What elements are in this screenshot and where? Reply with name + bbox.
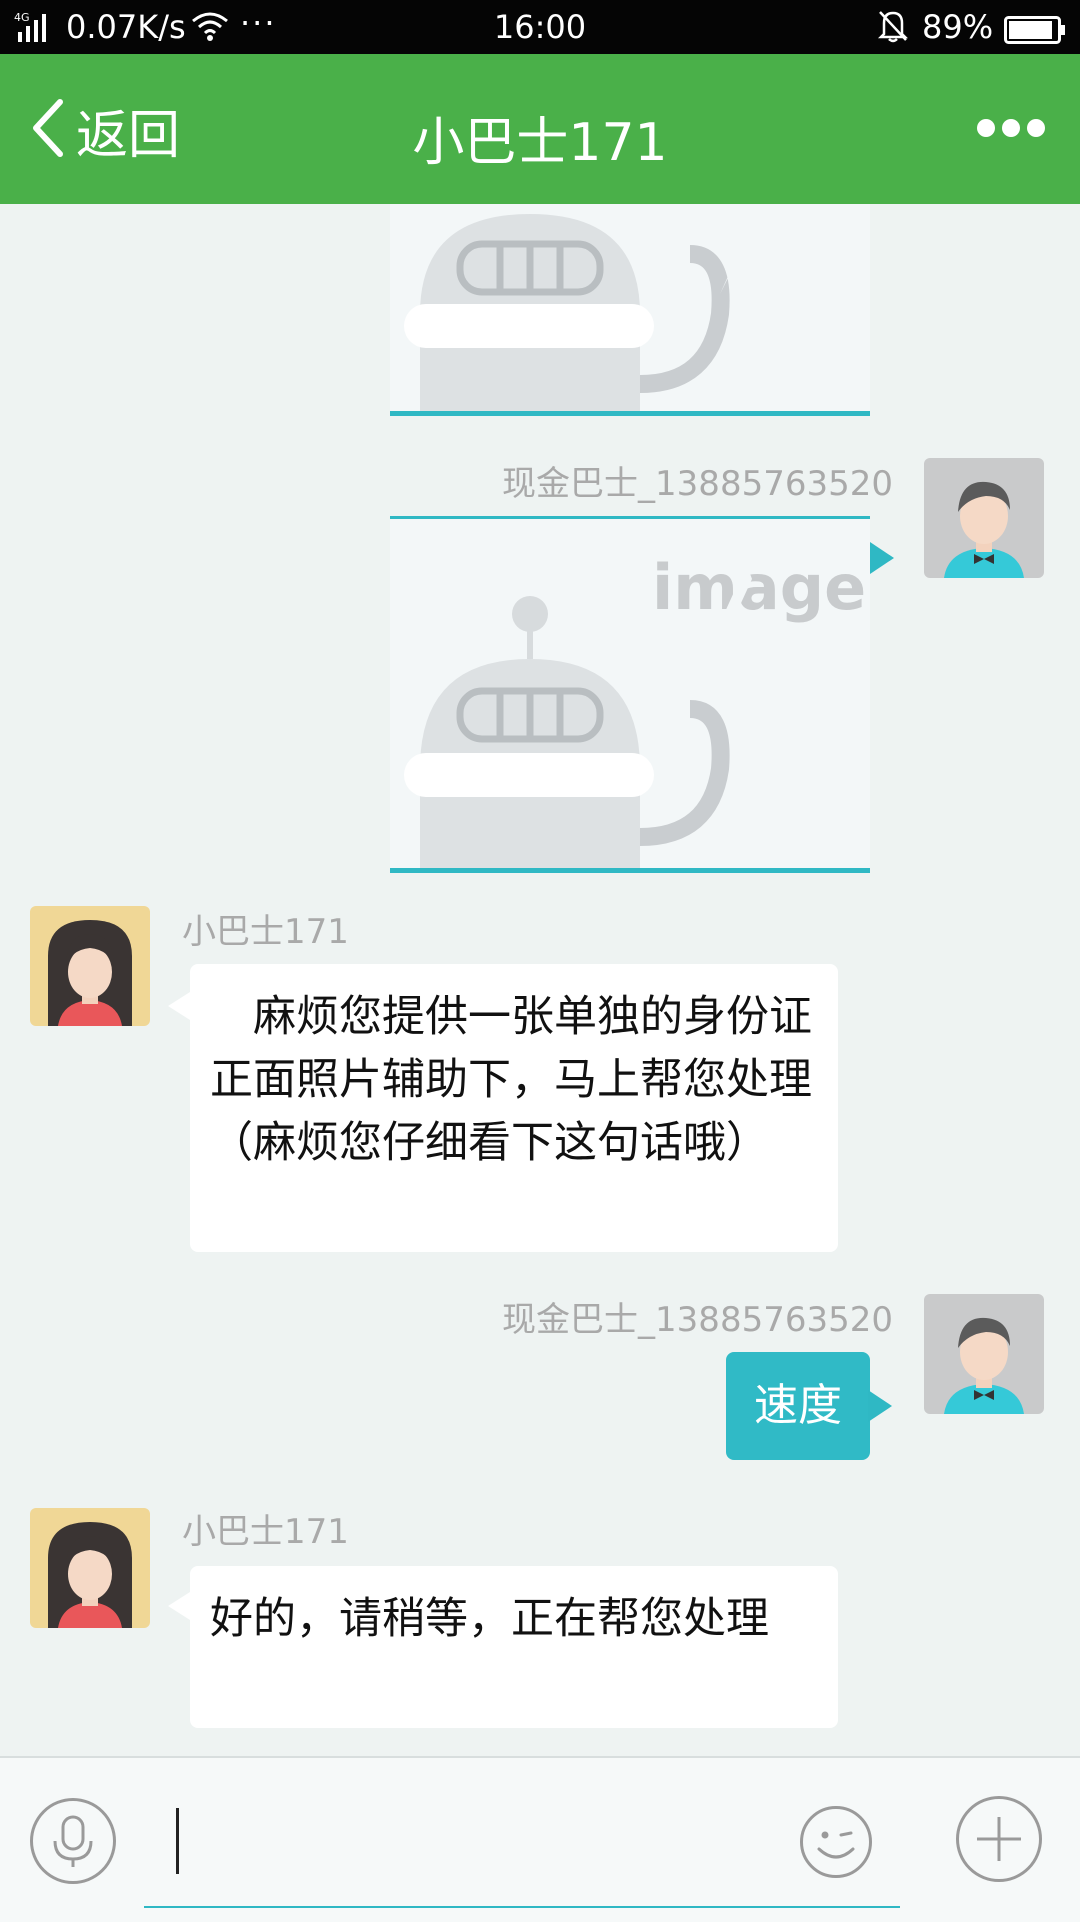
battery-level: 89% (922, 8, 994, 46)
female-avatar-icon (30, 906, 150, 1026)
page-title: 小巴士171 (412, 113, 668, 173)
male-avatar-icon (924, 458, 1044, 578)
more-dots-icon[interactable] (976, 116, 1046, 144)
emoji-icon[interactable] (800, 1806, 872, 1878)
bubble-tail (168, 1592, 190, 1620)
status-bar: 4G 0.07K/s ··· 16:00 89% (0, 0, 1080, 54)
broken-image-icon (404, 204, 750, 411)
chat-header: 返回 小巴士171 (0, 54, 1080, 204)
chat-area[interactable]: 现金巴士_13885763520 image 小巴士171 麻烦您提供一张单独的… (0, 204, 1080, 1756)
message-bubble[interactable]: 好的，请稍等，正在帮您处理 (190, 1566, 838, 1728)
bubble-tail (168, 992, 190, 1020)
input-bar (0, 1756, 1080, 1922)
text-caret (176, 1808, 179, 1874)
female-avatar-icon (30, 1508, 150, 1628)
plus-icon[interactable] (956, 1796, 1042, 1882)
sender-name: 现金巴士_13885763520 (502, 1300, 893, 1340)
avatar[interactable] (924, 1294, 1044, 1414)
bubble-tail (868, 1390, 892, 1422)
broken-image-icon: image (404, 519, 866, 868)
avatar[interactable] (30, 1508, 150, 1628)
notifications-muted-icon (876, 8, 910, 52)
svg-text:image: image (652, 551, 866, 624)
sender-name: 小巴士171 (182, 912, 349, 952)
microphone-icon[interactable] (30, 1798, 116, 1884)
image-message[interactable]: image (390, 516, 870, 873)
message-bubble[interactable]: 速度 (726, 1352, 870, 1460)
message-input[interactable] (144, 1788, 900, 1908)
message-bubble[interactable]: 麻烦您提供一张单独的身份证正面照片辅助下，马上帮您处理（麻烦您仔细看下这句话哦） (190, 964, 838, 1252)
avatar[interactable] (924, 458, 1044, 578)
clock: 16:00 (493, 8, 587, 46)
avatar[interactable] (30, 906, 150, 1026)
image-message[interactable] (390, 204, 870, 416)
male-avatar-icon (924, 1294, 1044, 1414)
bubble-tail (870, 542, 894, 574)
sender-name: 现金巴士_13885763520 (502, 464, 893, 504)
sender-name: 小巴士171 (182, 1512, 349, 1552)
battery-icon (1004, 14, 1066, 52)
